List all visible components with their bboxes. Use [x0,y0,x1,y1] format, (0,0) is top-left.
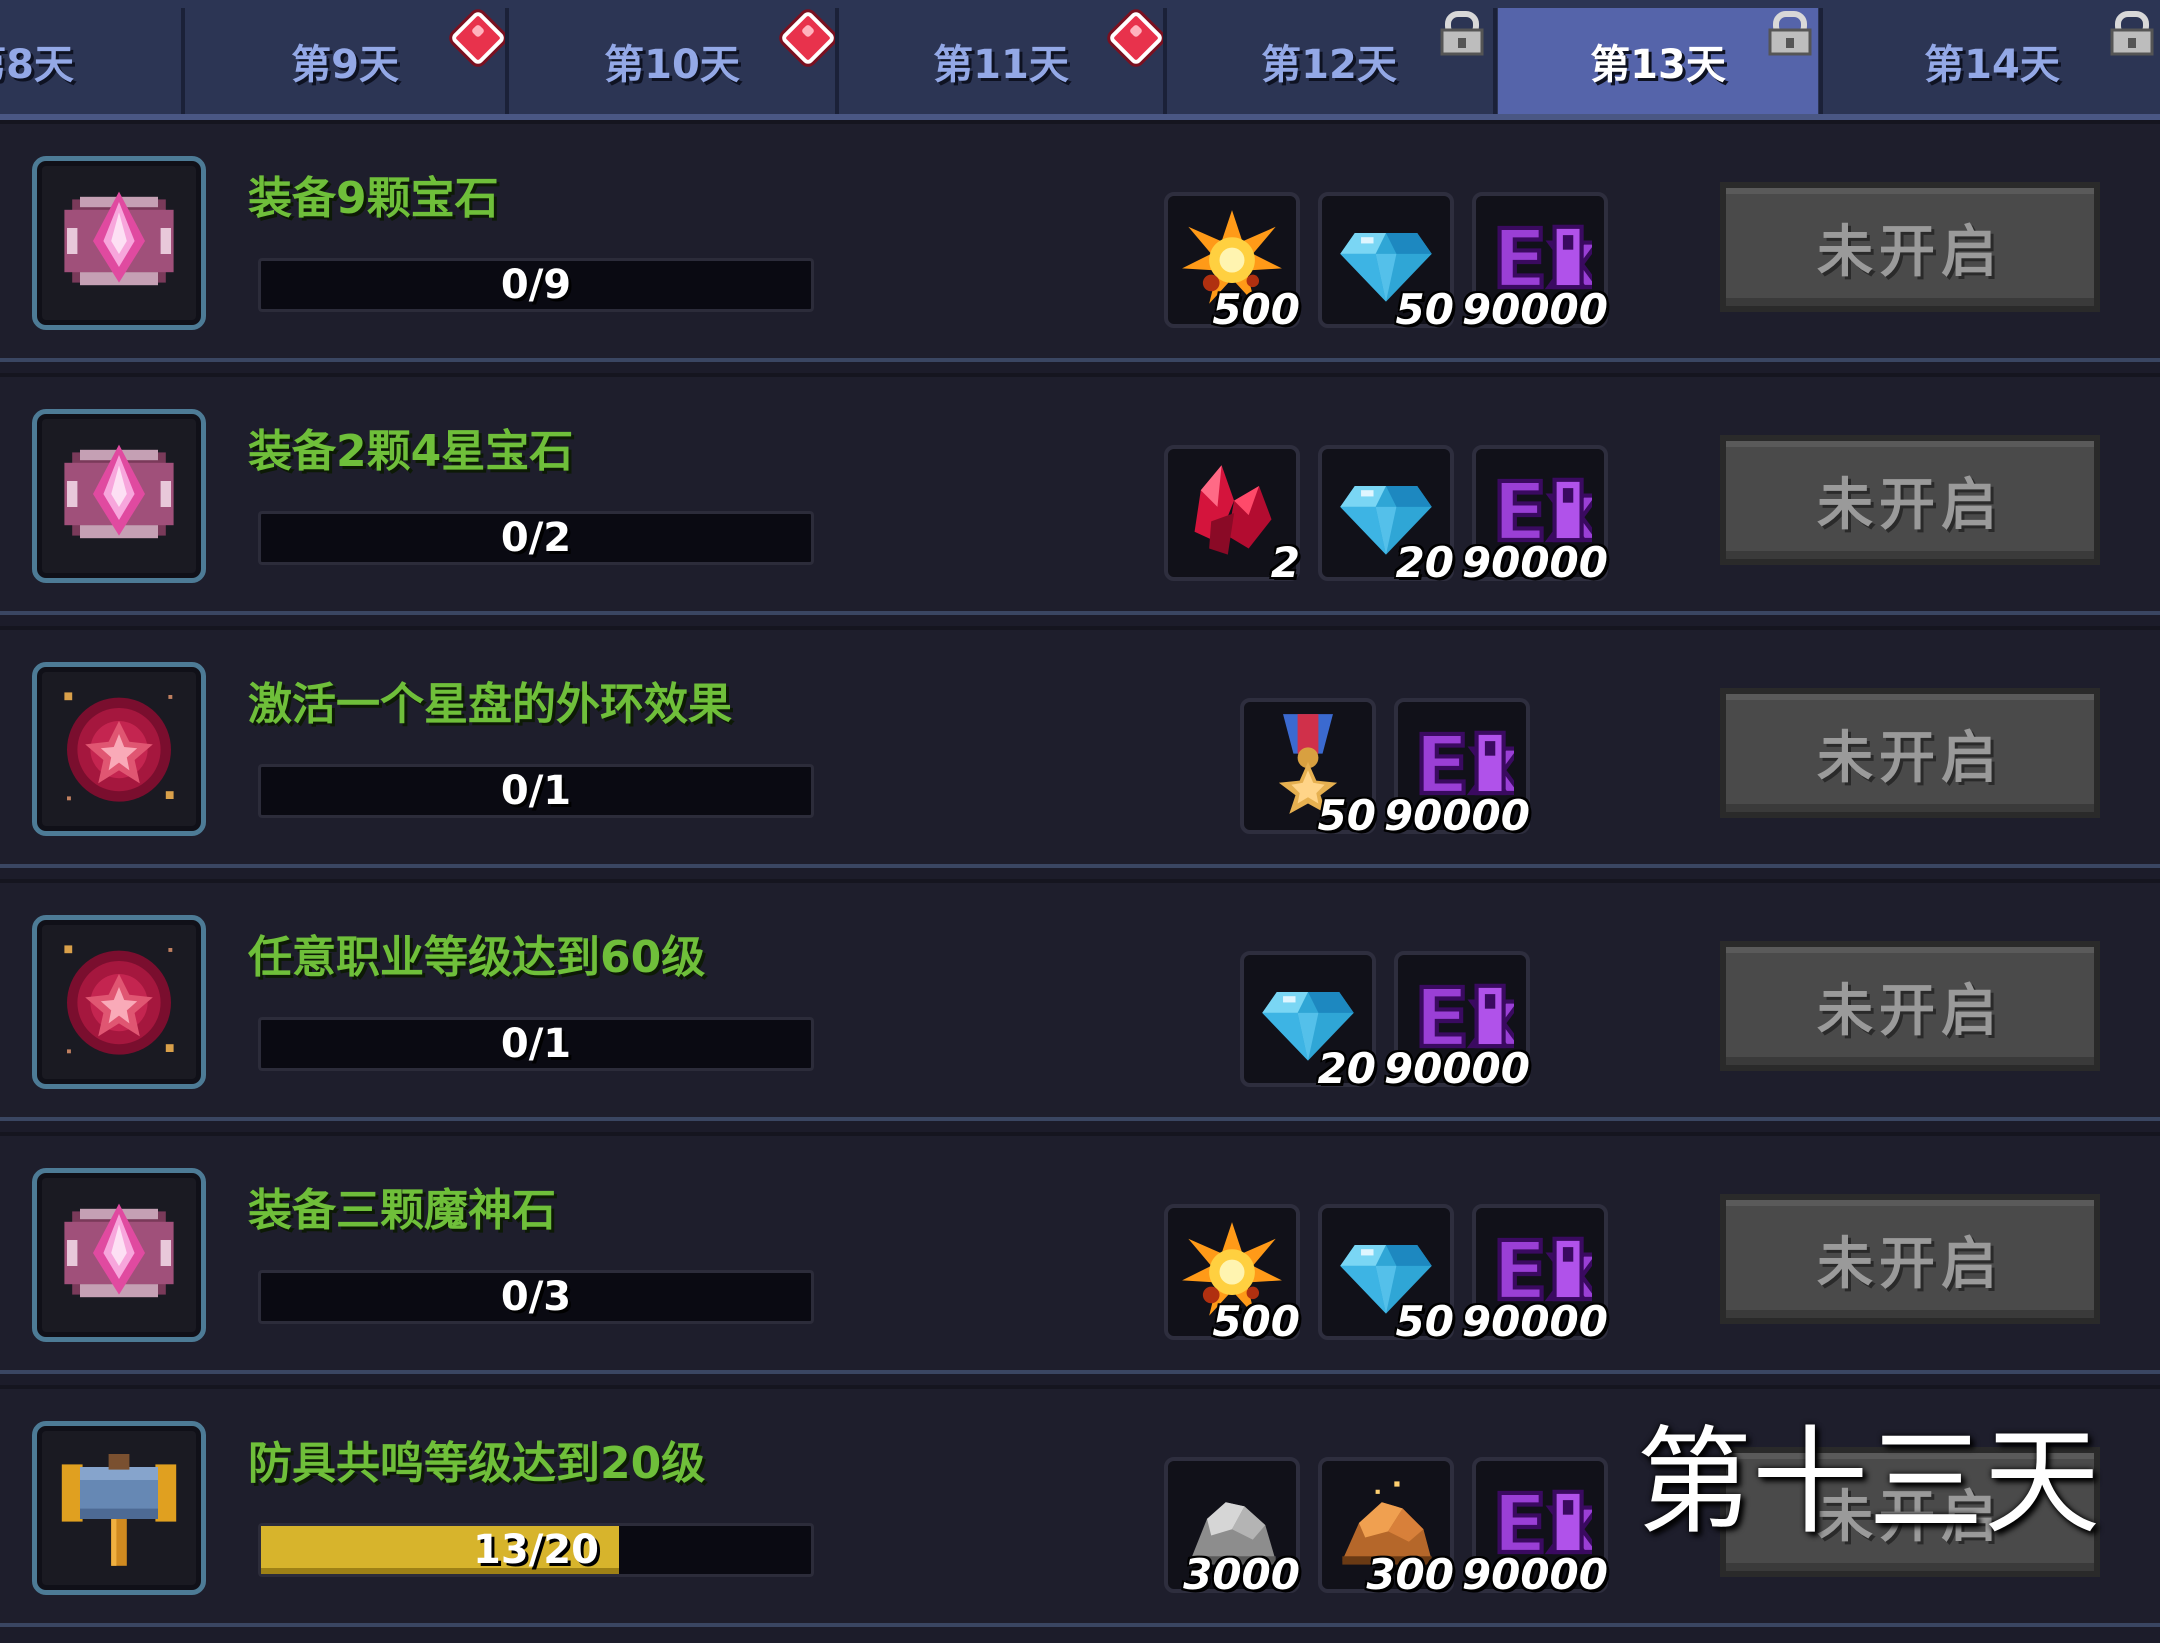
tab-label: 第9天 [291,42,399,88]
task-icon-frame [32,156,206,330]
task-title: 防具共鸣等级达到20级 [248,1438,706,1489]
progress-text: 0/1 [500,768,572,814]
tab-divider [835,8,839,114]
task-progress-bar: 0/1 [258,1017,814,1071]
reward-count: 90000 [1383,1044,1530,1093]
tab-label: 第10天 [604,42,740,88]
task-title: 激活一个星盘的外环效果 [248,679,732,730]
reward-count: 20 [1317,1044,1376,1093]
reward-count: 2 [1270,538,1300,587]
tab-label: 第12天 [1261,42,1397,88]
task-row: 装备三颗魔神石 0/3 500 50 Ex 90000 未开启 [0,1132,2160,1374]
reward-count: 90000 [1461,1550,1608,1599]
task-title: 装备2颗4星宝石 [248,426,574,477]
reward-slot[interactable]: 500 [1164,192,1300,334]
reward-slot[interactable]: 2 [1164,445,1300,587]
claim-button-locked[interactable]: 未开启 [1720,941,2100,1071]
tab-day-8[interactable]: 第8天 [0,8,180,114]
reward-slot[interactable]: Ex 90000 [1462,1457,1608,1599]
reward-slot[interactable]: 3000 [1164,1457,1300,1599]
star-disc-icon [54,935,184,1069]
claim-button-locked[interactable]: 未开启 [1720,1194,2100,1324]
tab-divider [181,8,185,114]
tab-divider [505,8,509,114]
reward-slot[interactable]: 50 [1318,1204,1454,1346]
reward-slot[interactable]: Ex 90000 [1384,951,1530,1093]
hammer-icon [54,1441,184,1575]
reward-count: 20 [1395,538,1454,587]
reward-slot[interactable]: 20 [1240,951,1376,1093]
task-progress-bar: 0/9 [258,258,814,312]
task-icon-frame [32,409,206,583]
reward-count: 50 [1317,791,1376,840]
claim-button-locked[interactable]: 未开启 [1720,435,2100,565]
claim-button-locked[interactable]: 未开启 [1720,688,2100,818]
task-title: 装备9颗宝石 [248,173,499,224]
task-progress-bar: 0/2 [258,511,814,565]
reward-slot[interactable]: Ex 90000 [1462,445,1608,587]
task-title: 任意职业等级达到60级 [248,932,706,983]
reward-slot[interactable]: 50 [1318,192,1454,334]
task-row: 装备2颗4星宝石 0/2 2 20 Ex 90000 未开启 [0,373,2160,615]
reward-slot[interactable]: 20 [1318,445,1454,587]
progress-text: 13/20 [473,1527,599,1573]
gem-socket-icon [54,176,184,310]
reward-count: 300 [1366,1550,1454,1599]
task-progress-bar: 13/20 [258,1523,814,1577]
tab-divider [1819,8,1823,114]
reward-count: 50 [1395,1297,1454,1346]
reward-slot[interactable]: 50 [1240,698,1376,840]
video-caption: 第十三天 [1636,1415,2100,1550]
tab-label: 第8天 [0,42,74,88]
task-row: 激活一个星盘的外环效果 0/1 50 Ex 90000 未开启 [0,626,2160,868]
progress-text: 0/3 [500,1274,572,1320]
reward-count: 90000 [1461,1297,1608,1346]
tab-divider [1163,8,1167,114]
reward-count: 500 [1212,285,1300,334]
task-icon-frame [32,1421,206,1595]
lock-icon [2110,10,2154,56]
tab-day-10[interactable]: 第10天 [510,8,834,114]
tab-label: 第14天 [1924,42,2060,88]
reward-count: 500 [1212,1297,1300,1346]
lock-icon [1440,10,1484,56]
task-row: 任意职业等级达到60级 0/1 20 Ex 90000 未开启 [0,879,2160,1121]
task-progress-bar: 0/3 [258,1270,814,1324]
reward-slot[interactable]: Ex 90000 [1462,1204,1608,1346]
progress-text: 0/9 [500,262,572,308]
reward-slot[interactable]: Ex 90000 [1384,698,1530,840]
day-tab-bar: 第8天 第9天 第10天 第11天 第12天 第13天 第14天 [0,0,2160,120]
tab-day-11[interactable]: 第11天 [840,8,1162,114]
lock-icon [1768,10,1812,56]
tab-day-9[interactable]: 第9天 [186,8,504,114]
task-icon-frame [32,915,206,1089]
tab-label: 第11天 [933,42,1069,88]
task-icon-frame [32,1168,206,1342]
gem-socket-icon [54,1188,184,1322]
star-disc-icon [54,682,184,816]
gem-socket-icon [54,429,184,563]
task-progress-bar: 0/1 [258,764,814,818]
reward-slot[interactable]: 300 [1318,1457,1454,1599]
claim-button-locked[interactable]: 未开启 [1720,182,2100,312]
reward-count: 90000 [1461,285,1608,334]
reward-count: 50 [1395,285,1454,334]
progress-text: 0/2 [500,515,572,561]
reward-slot[interactable]: 500 [1164,1204,1300,1346]
task-icon-frame [32,662,206,836]
reward-count: 3000 [1183,1550,1300,1599]
tab-label: 第13天 [1590,42,1726,88]
task-title: 装备三颗魔神石 [248,1185,556,1236]
reward-count: 90000 [1383,791,1530,840]
reward-slot[interactable]: Ex 90000 [1462,192,1608,334]
task-row: 装备9颗宝石 0/9 500 50 Ex 90000 未开启 [0,120,2160,362]
reward-count: 90000 [1461,538,1608,587]
tab-divider [1493,8,1497,114]
progress-text: 0/1 [500,1021,572,1067]
